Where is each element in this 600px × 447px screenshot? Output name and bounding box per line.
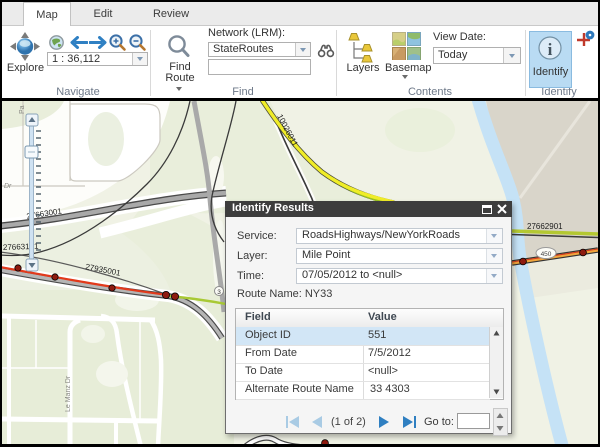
svg-text:Dr: Dr <box>4 183 12 190</box>
svg-text:27662901: 27662901 <box>527 222 563 231</box>
svg-text:Le Manz Dr: Le Manz Dr <box>65 375 72 412</box>
svg-text:Pa: Pa <box>19 105 26 114</box>
svg-text:3: 3 <box>217 289 221 296</box>
svg-text:i: i <box>548 40 553 59</box>
svg-text:450: 450 <box>541 251 552 258</box>
